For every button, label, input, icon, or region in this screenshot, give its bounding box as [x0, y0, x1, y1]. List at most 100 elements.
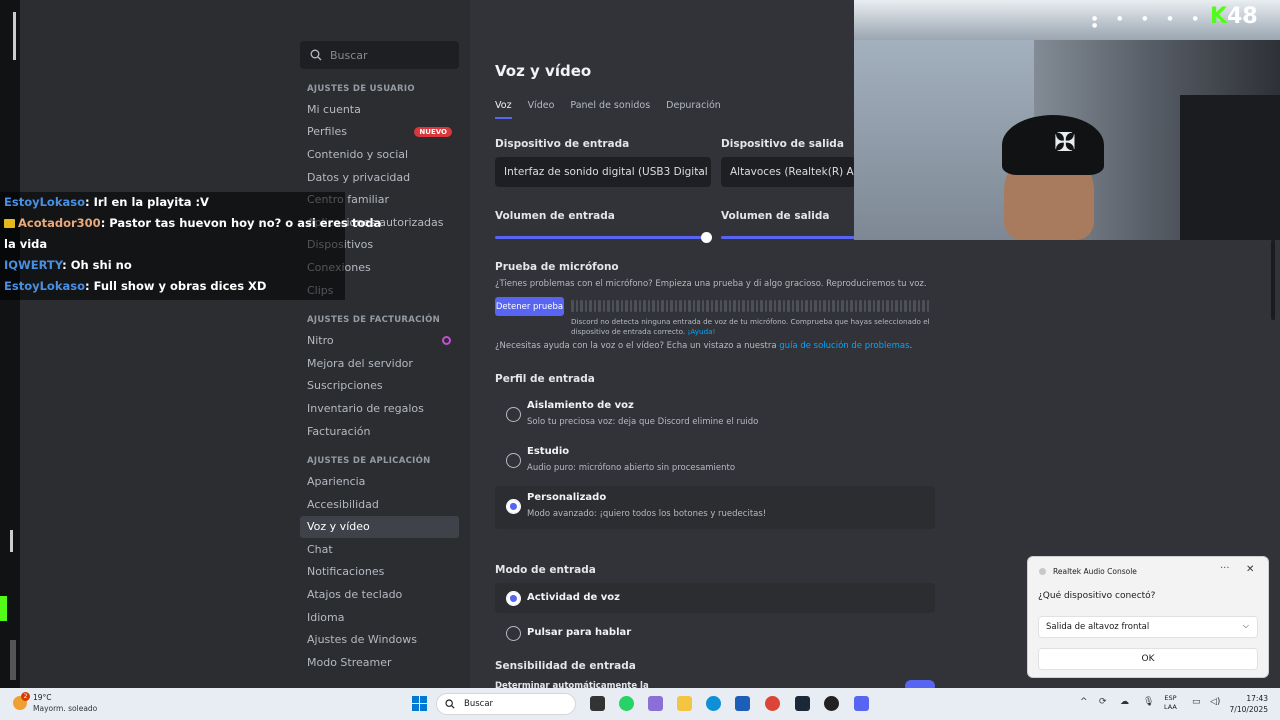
mode-option-push-to-talk[interactable]: Pulsar para hablar — [495, 618, 935, 648]
meter-bar — [904, 300, 907, 312]
meter-bar — [679, 300, 682, 312]
input-volume-label: Volumen de entrada — [495, 210, 615, 222]
ok-button[interactable]: OK — [1038, 648, 1258, 670]
sidebar-item-chat[interactable]: Chat — [300, 538, 459, 561]
output-volume-slider[interactable] — [721, 236, 855, 239]
taskbar-search[interactable]: Buscar — [436, 693, 576, 715]
settings-nav: Ajustes de usuario Mi cuenta Perfiles NUE… — [300, 84, 459, 674]
meter-bar — [647, 300, 650, 312]
tab-depuracion[interactable]: Depuración — [666, 100, 721, 119]
windows-start-icon[interactable] — [412, 696, 427, 711]
sidebar-item-ajustes-windows[interactable]: Ajustes de Windows — [300, 628, 459, 651]
help-text: ¿Necesitas ayuda con la voz o el vídeo? … — [495, 341, 912, 351]
chat-message: Acotador300: Pastor tas huevon hoy no? o… — [0, 213, 381, 234]
language-indicator[interactable]: ESP LAA — [1164, 694, 1177, 712]
chat-username: EstoyLokaso — [4, 195, 85, 209]
copilot-icon[interactable] — [648, 696, 663, 711]
profile-option-aislamiento[interactable]: Aislamiento de voz Solo tu preciosa voz:… — [495, 394, 935, 434]
sidebar-item-atajos[interactable]: Atajos de teclado — [300, 583, 459, 606]
meter-bar — [877, 300, 880, 312]
sidebar-item-notificaciones[interactable]: Notificaciones — [300, 561, 459, 584]
sidebar-item-accesibilidad[interactable]: Accesibilidad — [300, 493, 459, 516]
file-explorer-icon[interactable] — [677, 696, 692, 711]
tab-voz[interactable]: Voz — [495, 100, 512, 119]
profile-option-estudio[interactable]: Estudio Audio puro: micrófono abierto si… — [495, 440, 935, 480]
sidebar-item-idioma[interactable]: Idioma — [300, 606, 459, 629]
tab-video[interactable]: Vídeo — [528, 100, 555, 119]
stop-test-button[interactable]: Detener prueba — [495, 297, 564, 316]
sidebar-item-suscripciones[interactable]: Suscripciones — [300, 375, 459, 398]
cloud-icon[interactable]: ☁ — [1120, 697, 1129, 707]
meter-bar — [881, 300, 884, 312]
meter-bar — [814, 300, 817, 312]
meter-bar — [755, 300, 758, 312]
radio-button-selected[interactable] — [506, 591, 521, 606]
sidebar-item-modo-streamer[interactable]: Modo Streamer — [300, 651, 459, 674]
radio-button[interactable] — [506, 453, 521, 468]
taskbar-search-label: Buscar — [464, 699, 494, 709]
radio-button-selected[interactable] — [506, 499, 521, 514]
sync-icon[interactable]: ⟳ — [1099, 697, 1107, 707]
sidebar-item-voz-video[interactable]: Voz y vídeo — [300, 515, 459, 539]
radio-button[interactable] — [506, 407, 521, 422]
tab-panel-sonidos[interactable]: Panel de sonidos — [570, 100, 650, 119]
kick-viewer-counter: K48 — [1210, 4, 1258, 29]
sidebar-item-privacidad[interactable]: Datos y privacidad — [300, 166, 459, 189]
more-options-icon[interactable]: ··· — [1220, 563, 1230, 574]
network-icon[interactable]: ▭ — [1192, 697, 1201, 707]
system-clock[interactable]: 17:43 7/10/2025 — [1228, 693, 1268, 715]
meter-bar — [800, 300, 803, 312]
meter-bar — [746, 300, 749, 312]
input-volume-handle[interactable] — [701, 232, 712, 243]
sidebar-item-facturacion[interactable]: Facturación — [300, 420, 459, 443]
meter-bar — [859, 300, 862, 312]
mic-icon[interactable]: 🎙 — [1143, 697, 1154, 707]
headboard-panel — [1180, 95, 1280, 240]
stream-chat-overlay: EstoyLokaso: Irl en la playita :V Acotad… — [0, 192, 381, 300]
input-device-select[interactable]: Interfaz de sonido digital (USB3 Digital… — [495, 157, 711, 187]
troubleshoot-link[interactable]: guía de solución de problemas — [779, 341, 909, 351]
mic-help-link[interactable]: ¡Ayuda! — [687, 327, 715, 336]
profile-desc: Solo tu preciosa voz: deja que Discord e… — [527, 417, 759, 427]
chevron-up-icon[interactable]: ^ — [1080, 697, 1088, 707]
meter-bar — [674, 300, 677, 312]
edge-icon[interactable] — [706, 696, 721, 711]
sidebar-item-nitro[interactable]: Nitro — [300, 329, 459, 352]
obs-icon[interactable] — [824, 696, 839, 711]
mic-test-title: Prueba de micrófono — [495, 261, 619, 273]
radio-button[interactable] — [506, 626, 521, 641]
sidebar-item-contenido[interactable]: Contenido y social — [300, 143, 459, 166]
sidebar-item-mi-cuenta[interactable]: Mi cuenta — [300, 98, 459, 121]
mode-option-voice-activity[interactable]: Actividad de voz — [495, 583, 935, 613]
cap-logo-icon: ✠ — [1054, 128, 1076, 158]
chat-username: Acotador300 — [18, 216, 101, 230]
meter-bar — [571, 300, 574, 312]
volume-icon[interactable]: ◁) — [1210, 697, 1220, 707]
input-profile-title: Perfil de entrada — [495, 373, 595, 385]
search-icon — [310, 49, 322, 61]
sidebar-item-apariencia[interactable]: Apariencia — [300, 470, 459, 493]
input-volume-slider[interactable] — [495, 236, 707, 239]
meter-bar — [778, 300, 781, 312]
search-input[interactable]: Buscar — [300, 41, 459, 69]
discord-icon[interactable] — [854, 696, 869, 711]
chat-message-continued: la vida — [4, 237, 48, 251]
steam-icon[interactable] — [795, 696, 810, 711]
sidebar-item-mejora[interactable]: Mejora del servidor — [300, 352, 459, 375]
whatsapp-icon[interactable] — [619, 696, 634, 711]
sidebar-item-inventario[interactable]: Inventario de regalos — [300, 397, 459, 420]
task-view-icon[interactable] — [590, 696, 605, 711]
meter-bar — [773, 300, 776, 312]
output-device-select[interactable]: Altavoces (Realtek(R) Audio — [721, 157, 855, 187]
close-icon[interactable]: ✕ — [1246, 564, 1254, 575]
device-type-select[interactable]: Salida de altavoz frontal ⌵ — [1038, 616, 1258, 638]
chrome-icon[interactable] — [765, 696, 780, 711]
search-icon — [445, 699, 455, 709]
content-scrollbar[interactable] — [1271, 240, 1275, 320]
sidebar-item-perfiles[interactable]: Perfiles NUEVO — [300, 121, 459, 144]
meter-bar — [751, 300, 754, 312]
chat-text: : Full show y obras dices XD — [84, 279, 267, 293]
tab-bar: Voz Vídeo Panel de sonidos Depuración — [495, 100, 721, 119]
profile-option-personalizado[interactable]: Personalizado Modo avanzado: ¡quiero tod… — [495, 486, 935, 529]
store-icon[interactable] — [735, 696, 750, 711]
